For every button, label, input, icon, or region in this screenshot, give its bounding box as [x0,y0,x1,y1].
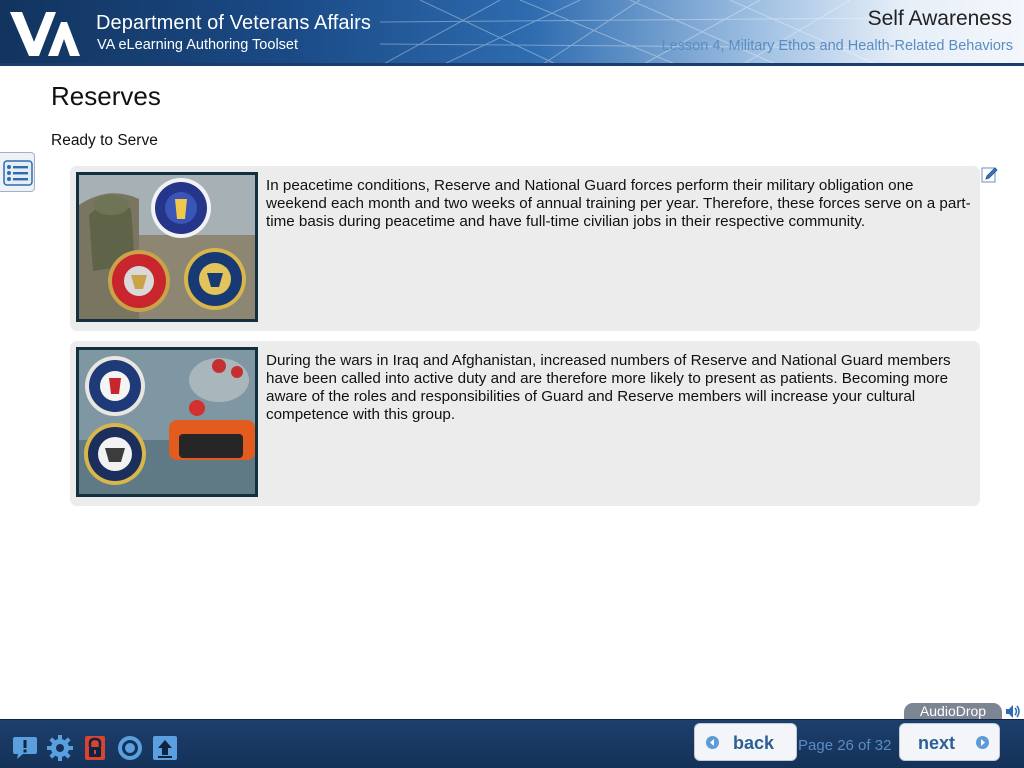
app-header: Department of Veterans Affairs VA eLearn… [0,0,1024,66]
lesson-title: Lesson 4, Military Ethos and Health-Rela… [661,38,1013,54]
reserve-seals-photo [76,172,258,322]
content-card: During the wars in Iraq and Afghanistan,… [70,341,980,506]
course-title: Self Awareness [867,7,1012,30]
card-text: During the wars in Iraq and Afghanistan,… [266,352,951,423]
header-grid-decoration [380,0,900,66]
page-counter: Page 26 of 32 [798,737,892,754]
settings-gear-icon[interactable] [46,734,74,762]
next-arrow-icon [976,736,989,749]
back-arrow-icon [706,736,719,749]
page-subheading: Ready to Serve [51,132,158,149]
upload-icon[interactable] [151,734,179,762]
list-menu-icon [3,160,33,186]
org-title: Department of Veterans Affairs [96,12,372,34]
content-card: In peacetime conditions, Reserve and Nat… [70,166,980,331]
menu-toggle-button[interactable] [0,152,35,192]
card-text: In peacetime conditions, Reserve and Nat… [266,177,971,230]
header-divider [0,63,1024,66]
va-logo [8,8,86,60]
next-label: next [918,733,956,753]
page-title: Reserves [51,81,161,111]
speaker-icon[interactable] [1004,703,1022,720]
lock-icon[interactable] [81,734,109,762]
guard-navy-photo [76,347,258,497]
back-label: back [733,733,775,753]
help-icon[interactable] [11,734,39,762]
audio-drop-tab[interactable]: AudioDrop [904,703,1002,720]
next-button[interactable]: next [899,723,1000,761]
edit-pencil-icon[interactable] [981,166,999,184]
org-subtitle: VA eLearning Authoring Toolset [97,37,299,53]
target-icon[interactable] [116,734,144,762]
back-button[interactable]: back [694,723,797,761]
